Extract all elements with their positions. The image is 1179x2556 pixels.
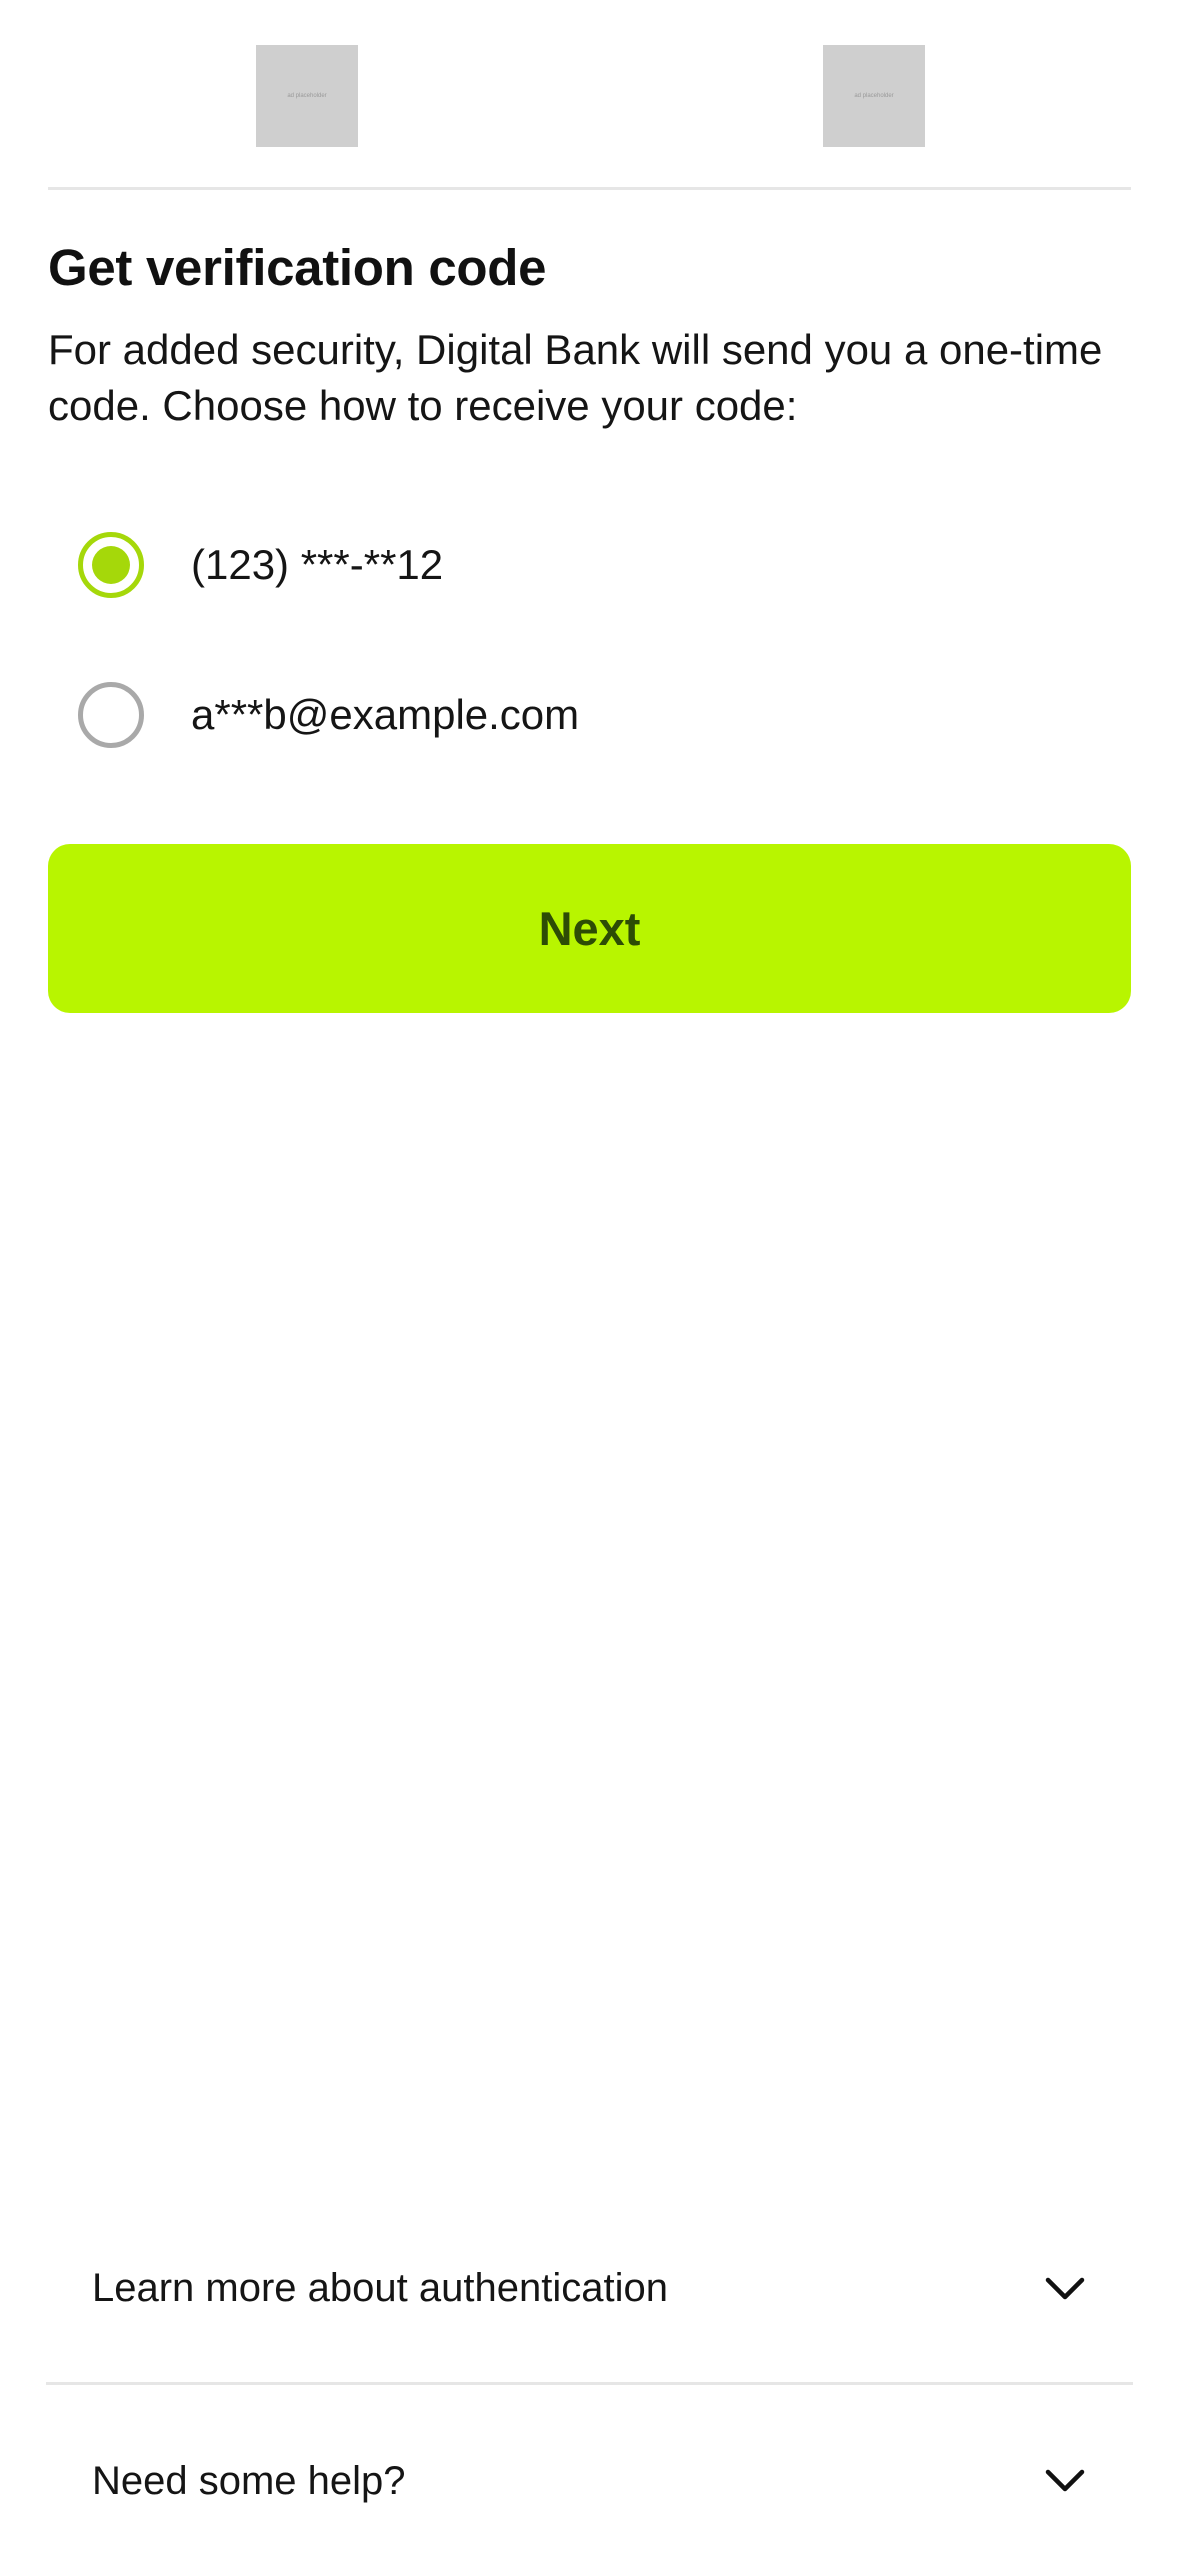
option-email-label: a***b@example.com: [191, 691, 580, 738]
option-email[interactable]: a***b@example.com: [78, 679, 1078, 751]
page-title: Get verification code: [48, 239, 547, 296]
header-image-left-caption: ad placeholder: [287, 93, 327, 99]
header-image-right-caption: ad placeholder: [854, 93, 894, 99]
accordion-help-label: Need some help?: [92, 2458, 406, 2503]
header: ad placeholder ad placeholder: [48, 0, 1131, 190]
accordion-help[interactable]: Need some help?: [46, 2386, 1133, 2556]
option-phone-label: (123) ***-**12: [191, 541, 444, 588]
accordion-learn-more-label: Learn more about authentication: [92, 2266, 668, 2310]
header-image-left: ad placeholder: [256, 45, 358, 147]
option-phone[interactable]: (123) ***-**12: [78, 529, 1078, 601]
next-button[interactable]: Next: [48, 844, 1131, 1013]
chevron-down-icon[interactable]: [1043, 2459, 1087, 2503]
header-image-right: ad placeholder: [823, 45, 925, 147]
radio-unselected-icon[interactable]: [78, 682, 144, 748]
verification-screen: ad placeholder ad placeholder Get verifi…: [0, 0, 1179, 2556]
radio-selected-icon[interactable]: [78, 532, 144, 598]
accordion-learn-more[interactable]: Learn more about authentication: [46, 2195, 1133, 2385]
chevron-down-icon[interactable]: [1043, 2267, 1087, 2311]
page-description: For added security, Digital Bank will se…: [48, 326, 1103, 429]
